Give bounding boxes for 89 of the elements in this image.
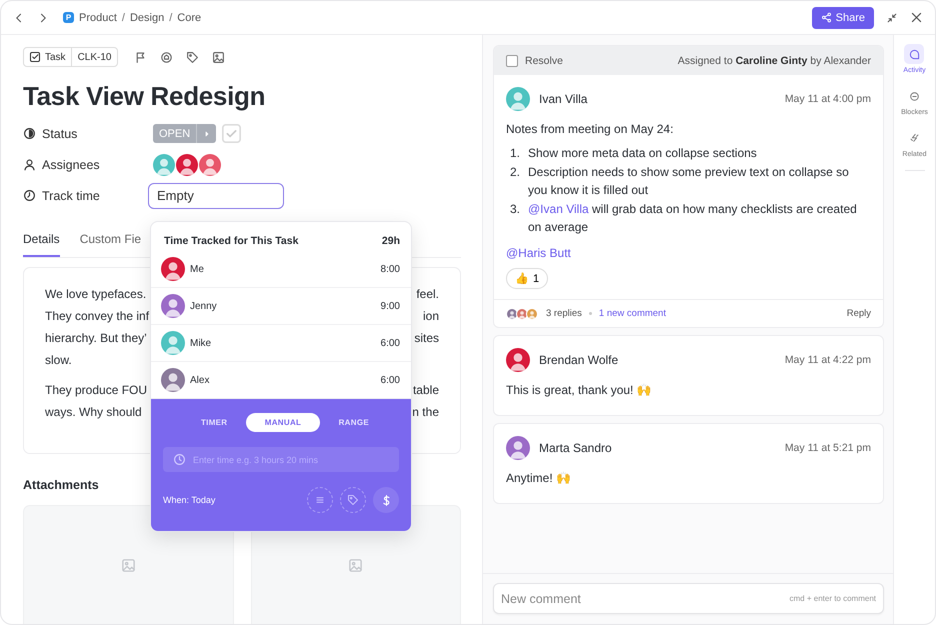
total-time: 29h — [382, 235, 400, 247]
author-name: Marta Sandro — [539, 441, 613, 455]
tag-icon — [347, 494, 359, 506]
date-label: When: Today — [163, 495, 216, 505]
time-value: 6:00 — [380, 374, 400, 386]
timestamp: May 11 at 5:21 pm — [784, 442, 871, 454]
billable-button[interactable] — [373, 487, 399, 513]
breadcrumb-link[interactable]: Product — [79, 12, 117, 24]
tab[interactable]: Details — [23, 223, 60, 257]
user-name: Alex — [190, 374, 210, 386]
user-name: Jenny — [190, 300, 218, 312]
reaction-button[interactable]: 👍 1 — [506, 268, 548, 289]
section-heading: Attachments — [23, 478, 100, 492]
mention-link[interactable]: @Ivan Villa — [528, 202, 589, 216]
task-type-chip[interactable]: Task CLK-10 — [23, 47, 118, 67]
user-name: Mike — [190, 338, 212, 348]
breadcrumb-link[interactable]: Design — [130, 12, 164, 24]
task-id: CLK-10 — [76, 50, 112, 64]
field-label: Track time — [42, 188, 100, 202]
mode-tab[interactable]: MANUAL — [246, 413, 320, 432]
complete-checkbox-icon[interactable] — [222, 124, 242, 143]
share-icon — [820, 12, 832, 23]
share-button[interactable]: Share — [812, 6, 874, 28]
resolve-checkbox[interactable]: Resolve — [506, 54, 563, 66]
replies-count: 3 replies — [546, 308, 582, 319]
attachment-preview[interactable] — [23, 505, 234, 624]
task-type-label: Task — [45, 52, 66, 62]
time-input[interactable]: Empty — [148, 182, 284, 208]
comment-text: Notes from meeting on May 24: — [506, 121, 674, 138]
description-text: sites — [414, 330, 439, 347]
description-text: We love typefaces. — [45, 286, 146, 303]
popup-title: Time Tracked for This Task — [164, 235, 298, 247]
breadcrumb-separator: / — [169, 12, 172, 24]
description-text: ways. Why should — [45, 404, 142, 421]
breadcrumb-separator: / — [122, 12, 125, 24]
new-comment-link[interactable]: 1 new comment — [598, 308, 666, 319]
list-number: 3. — [510, 201, 522, 218]
mode-tab[interactable]: TIMER — [183, 413, 246, 432]
mention-link[interactable]: @Haris Butt — [506, 246, 571, 260]
image-icon — [120, 558, 136, 572]
comment-text: This is great, thank you! 🙌 — [506, 382, 653, 399]
related-icon — [908, 132, 920, 144]
description-text: hierarchy. But they’ — [45, 330, 147, 347]
description-text: slow. — [45, 352, 72, 369]
author-name: Brendan Wolfe — [539, 353, 620, 367]
list-item: @Ivan Villa will grab data on how many checklists are created on average — [528, 201, 858, 236]
checkbox-icon — [29, 51, 41, 63]
image-icon[interactable] — [212, 50, 226, 64]
timestamp: May 11 at 4:22 pm — [784, 354, 871, 366]
lines-icon — [314, 494, 326, 506]
field-label: Assignees — [42, 158, 100, 172]
time-value: 9:00 — [380, 300, 400, 312]
image-icon — [348, 558, 364, 572]
tab[interactable]: Custom Fie — [80, 223, 142, 257]
time-value: 6:00 — [380, 338, 400, 348]
description-text: They convey the inf — [45, 308, 150, 325]
flag-icon[interactable] — [134, 50, 148, 64]
time-icon — [23, 189, 36, 202]
tag-icon[interactable] — [186, 50, 200, 64]
status-icon — [23, 127, 36, 140]
timestamp: May 11 at 4:00 pm — [784, 93, 871, 105]
blockers-icon — [909, 90, 920, 102]
assignees-icon — [23, 158, 36, 171]
breadcrumb-link[interactable]: Core — [177, 12, 202, 24]
time-value: 8:00 — [380, 264, 400, 274]
author-name: Ivan Villa — [539, 92, 588, 106]
task-title: Task View Redesign — [23, 81, 266, 112]
space-badge: P — [63, 12, 74, 23]
list-number: 1. — [510, 145, 522, 162]
caret-icon — [202, 130, 211, 138]
clock-icon — [173, 453, 186, 466]
user-name: Me — [190, 264, 205, 274]
reply-link[interactable]: Reply — [846, 308, 871, 319]
field-label: Status — [42, 126, 78, 140]
comment-text: Anytime! 🙌 — [506, 470, 572, 487]
list-number: 2. — [510, 164, 522, 181]
description-text: n the — [412, 404, 439, 421]
assignment-text: Assigned to Caroline Ginty by Alexander — [678, 54, 871, 66]
description-text: ion — [422, 308, 439, 325]
description-text: table — [412, 382, 439, 399]
collapse-icon[interactable] — [886, 12, 898, 24]
list-item: Show more meta data on collapse sections — [528, 145, 758, 162]
close-icon[interactable] — [910, 11, 923, 24]
description-text: They produce FOU — [45, 382, 148, 399]
activity-icon — [908, 48, 920, 60]
description-text: feel. — [416, 286, 439, 303]
badge-icon[interactable] — [160, 50, 174, 64]
comment-input[interactable]: New comment cmd + enter to comment — [493, 583, 884, 614]
mode-tab[interactable]: RANGE — [320, 413, 387, 432]
